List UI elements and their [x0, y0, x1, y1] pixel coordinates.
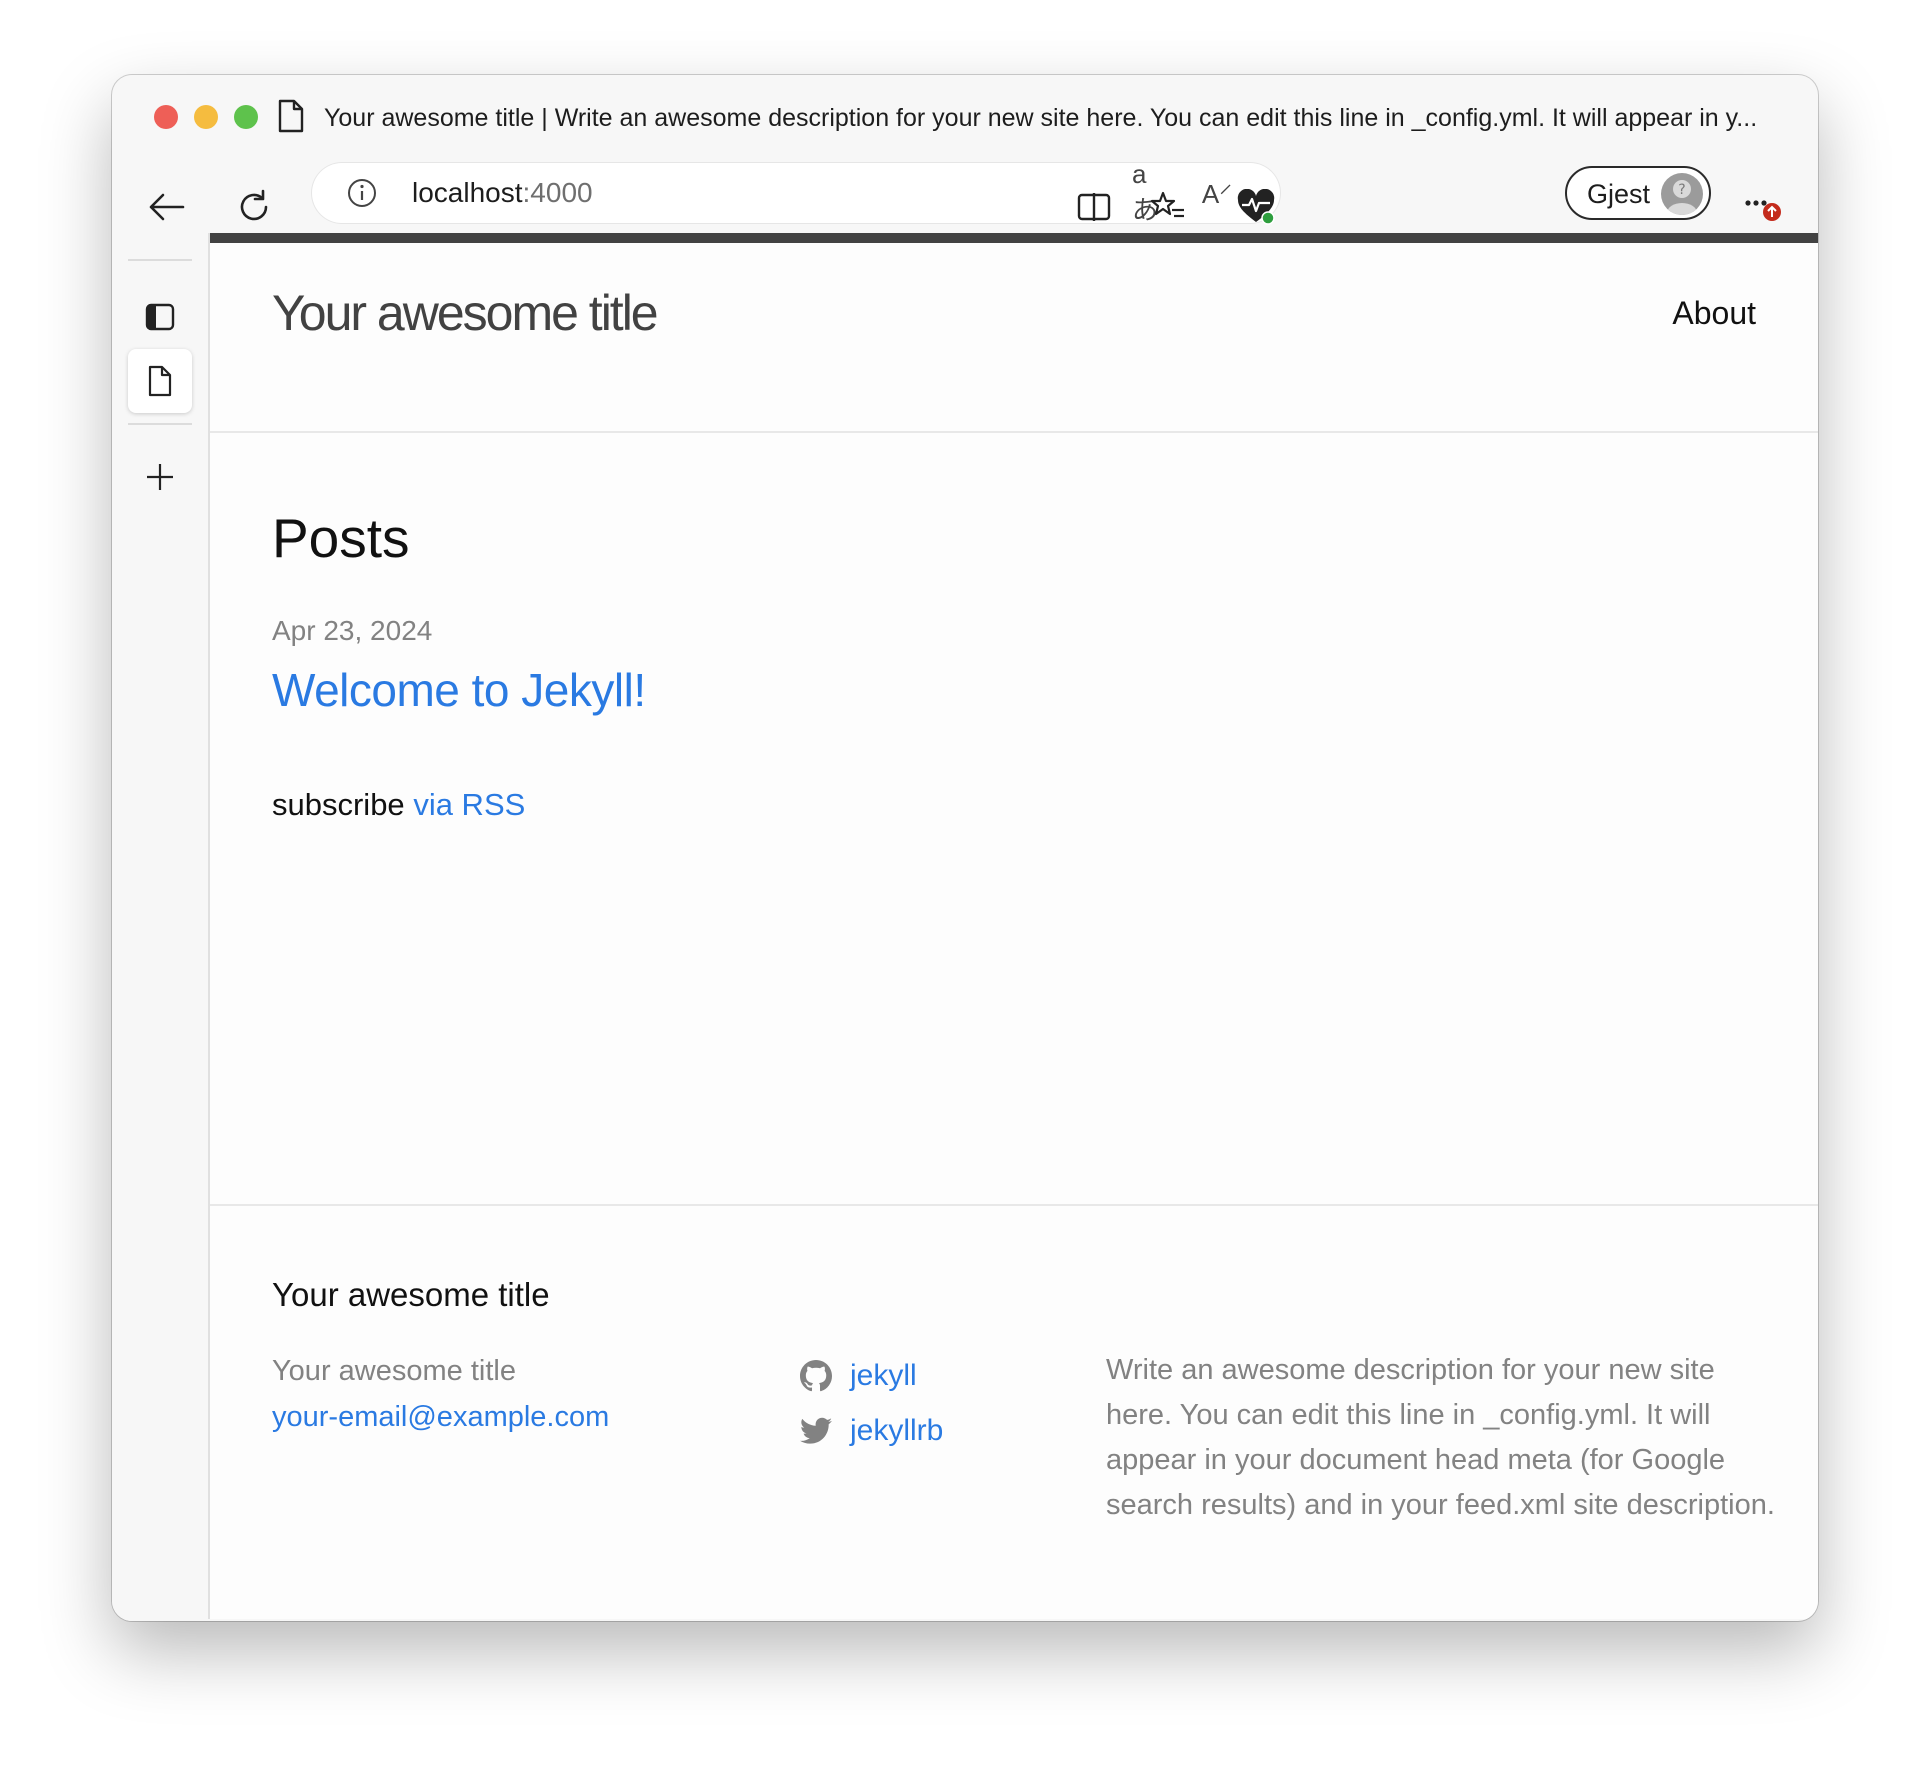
- minimize-window-button[interactable]: [194, 105, 218, 129]
- github-username: jekyll: [850, 1358, 917, 1392]
- posts-heading: Posts: [272, 507, 410, 569]
- guest-avatar-icon: ?: [1667, 180, 1697, 215]
- back-button[interactable]: [136, 177, 196, 237]
- page-icon: [278, 99, 304, 133]
- profile-button[interactable]: Gjest ?: [1565, 166, 1711, 220]
- footer-name: Your awesome title: [272, 1355, 516, 1387]
- tab-title[interactable]: Your awesome title | Write an awesome de…: [324, 101, 1799, 135]
- twitter-username: jekyllrb: [850, 1413, 944, 1447]
- post-date: Apr 23, 2024: [272, 615, 433, 646]
- heart-pulse-icon: [1237, 189, 1275, 225]
- split-screen-icon: [1077, 193, 1111, 221]
- github-link[interactable]: jekyll: [800, 1348, 943, 1403]
- site-title-link[interactable]: Your awesome title: [272, 281, 659, 345]
- sidebar-panel-icon: [145, 303, 175, 331]
- nav-about-link[interactable]: About: [1672, 291, 1756, 335]
- sidebar-divider: [128, 259, 192, 261]
- title-bar: Your awesome title | Write an awesome de…: [112, 75, 1818, 155]
- browser-window: Your awesome title | Write an awesome de…: [112, 75, 1818, 1621]
- twitter-link[interactable]: jekyllrb: [800, 1403, 943, 1458]
- post-title-link[interactable]: Welcome to Jekyll!: [272, 661, 646, 719]
- sidebar-tab-current[interactable]: [128, 349, 192, 413]
- subscribe-line: subscribe via RSS: [272, 785, 525, 825]
- profile-label: Gjest: [1587, 179, 1651, 209]
- page-icon: [148, 365, 172, 397]
- close-window-button[interactable]: [154, 105, 178, 129]
- subscribe-text: subscribe: [272, 787, 405, 822]
- page-viewport: Your awesome title About Posts Apr 23, 2…: [208, 233, 1818, 1619]
- new-tab-button[interactable]: [128, 445, 192, 509]
- zoom-window-button[interactable]: [234, 105, 258, 129]
- github-icon: [800, 1359, 832, 1391]
- footer-description: Write an awesome description for your ne…: [1106, 1354, 1775, 1521]
- refresh-icon: [240, 189, 268, 221]
- info-icon[interactable]: [346, 177, 378, 209]
- header-divider: [210, 431, 1818, 433]
- browser-essentials-button[interactable]: [1226, 177, 1286, 237]
- split-screen-button[interactable]: [1064, 177, 1124, 237]
- url-port: :4000: [522, 177, 593, 208]
- more-icon: [1745, 200, 1781, 221]
- reload-button[interactable]: [224, 177, 284, 237]
- footer-divider: [210, 1204, 1818, 1206]
- footer-email-link[interactable]: your-email@example.com: [272, 1394, 609, 1440]
- footer-heading: Your awesome title: [272, 1276, 550, 1313]
- footer-contact: Your awesome title your-email@example.co…: [272, 1348, 609, 1440]
- avatar: ?: [1661, 173, 1703, 215]
- rss-link[interactable]: via RSS: [413, 787, 525, 822]
- url-text[interactable]: localhost:4000: [412, 177, 593, 209]
- svg-text:?: ?: [1678, 182, 1685, 198]
- vertical-tabs-sidebar: [112, 259, 208, 1621]
- arrow-left-icon: [149, 193, 185, 221]
- star-list-icon: [1150, 191, 1184, 218]
- site-top-bar: [210, 233, 1818, 243]
- plus-icon: [147, 464, 173, 490]
- sidebar-divider: [128, 423, 192, 425]
- footer-social: jekyll jekyllrb: [800, 1348, 943, 1458]
- tab-actions-button[interactable]: [128, 285, 192, 349]
- more-menu-button[interactable]: [1732, 177, 1792, 237]
- url-host: localhost: [412, 177, 523, 208]
- twitter-icon: [800, 1417, 832, 1444]
- address-bar[interactable]: localhost:4000 aあ A⸍: [312, 159, 1280, 225]
- favorites-button[interactable]: [1138, 177, 1198, 237]
